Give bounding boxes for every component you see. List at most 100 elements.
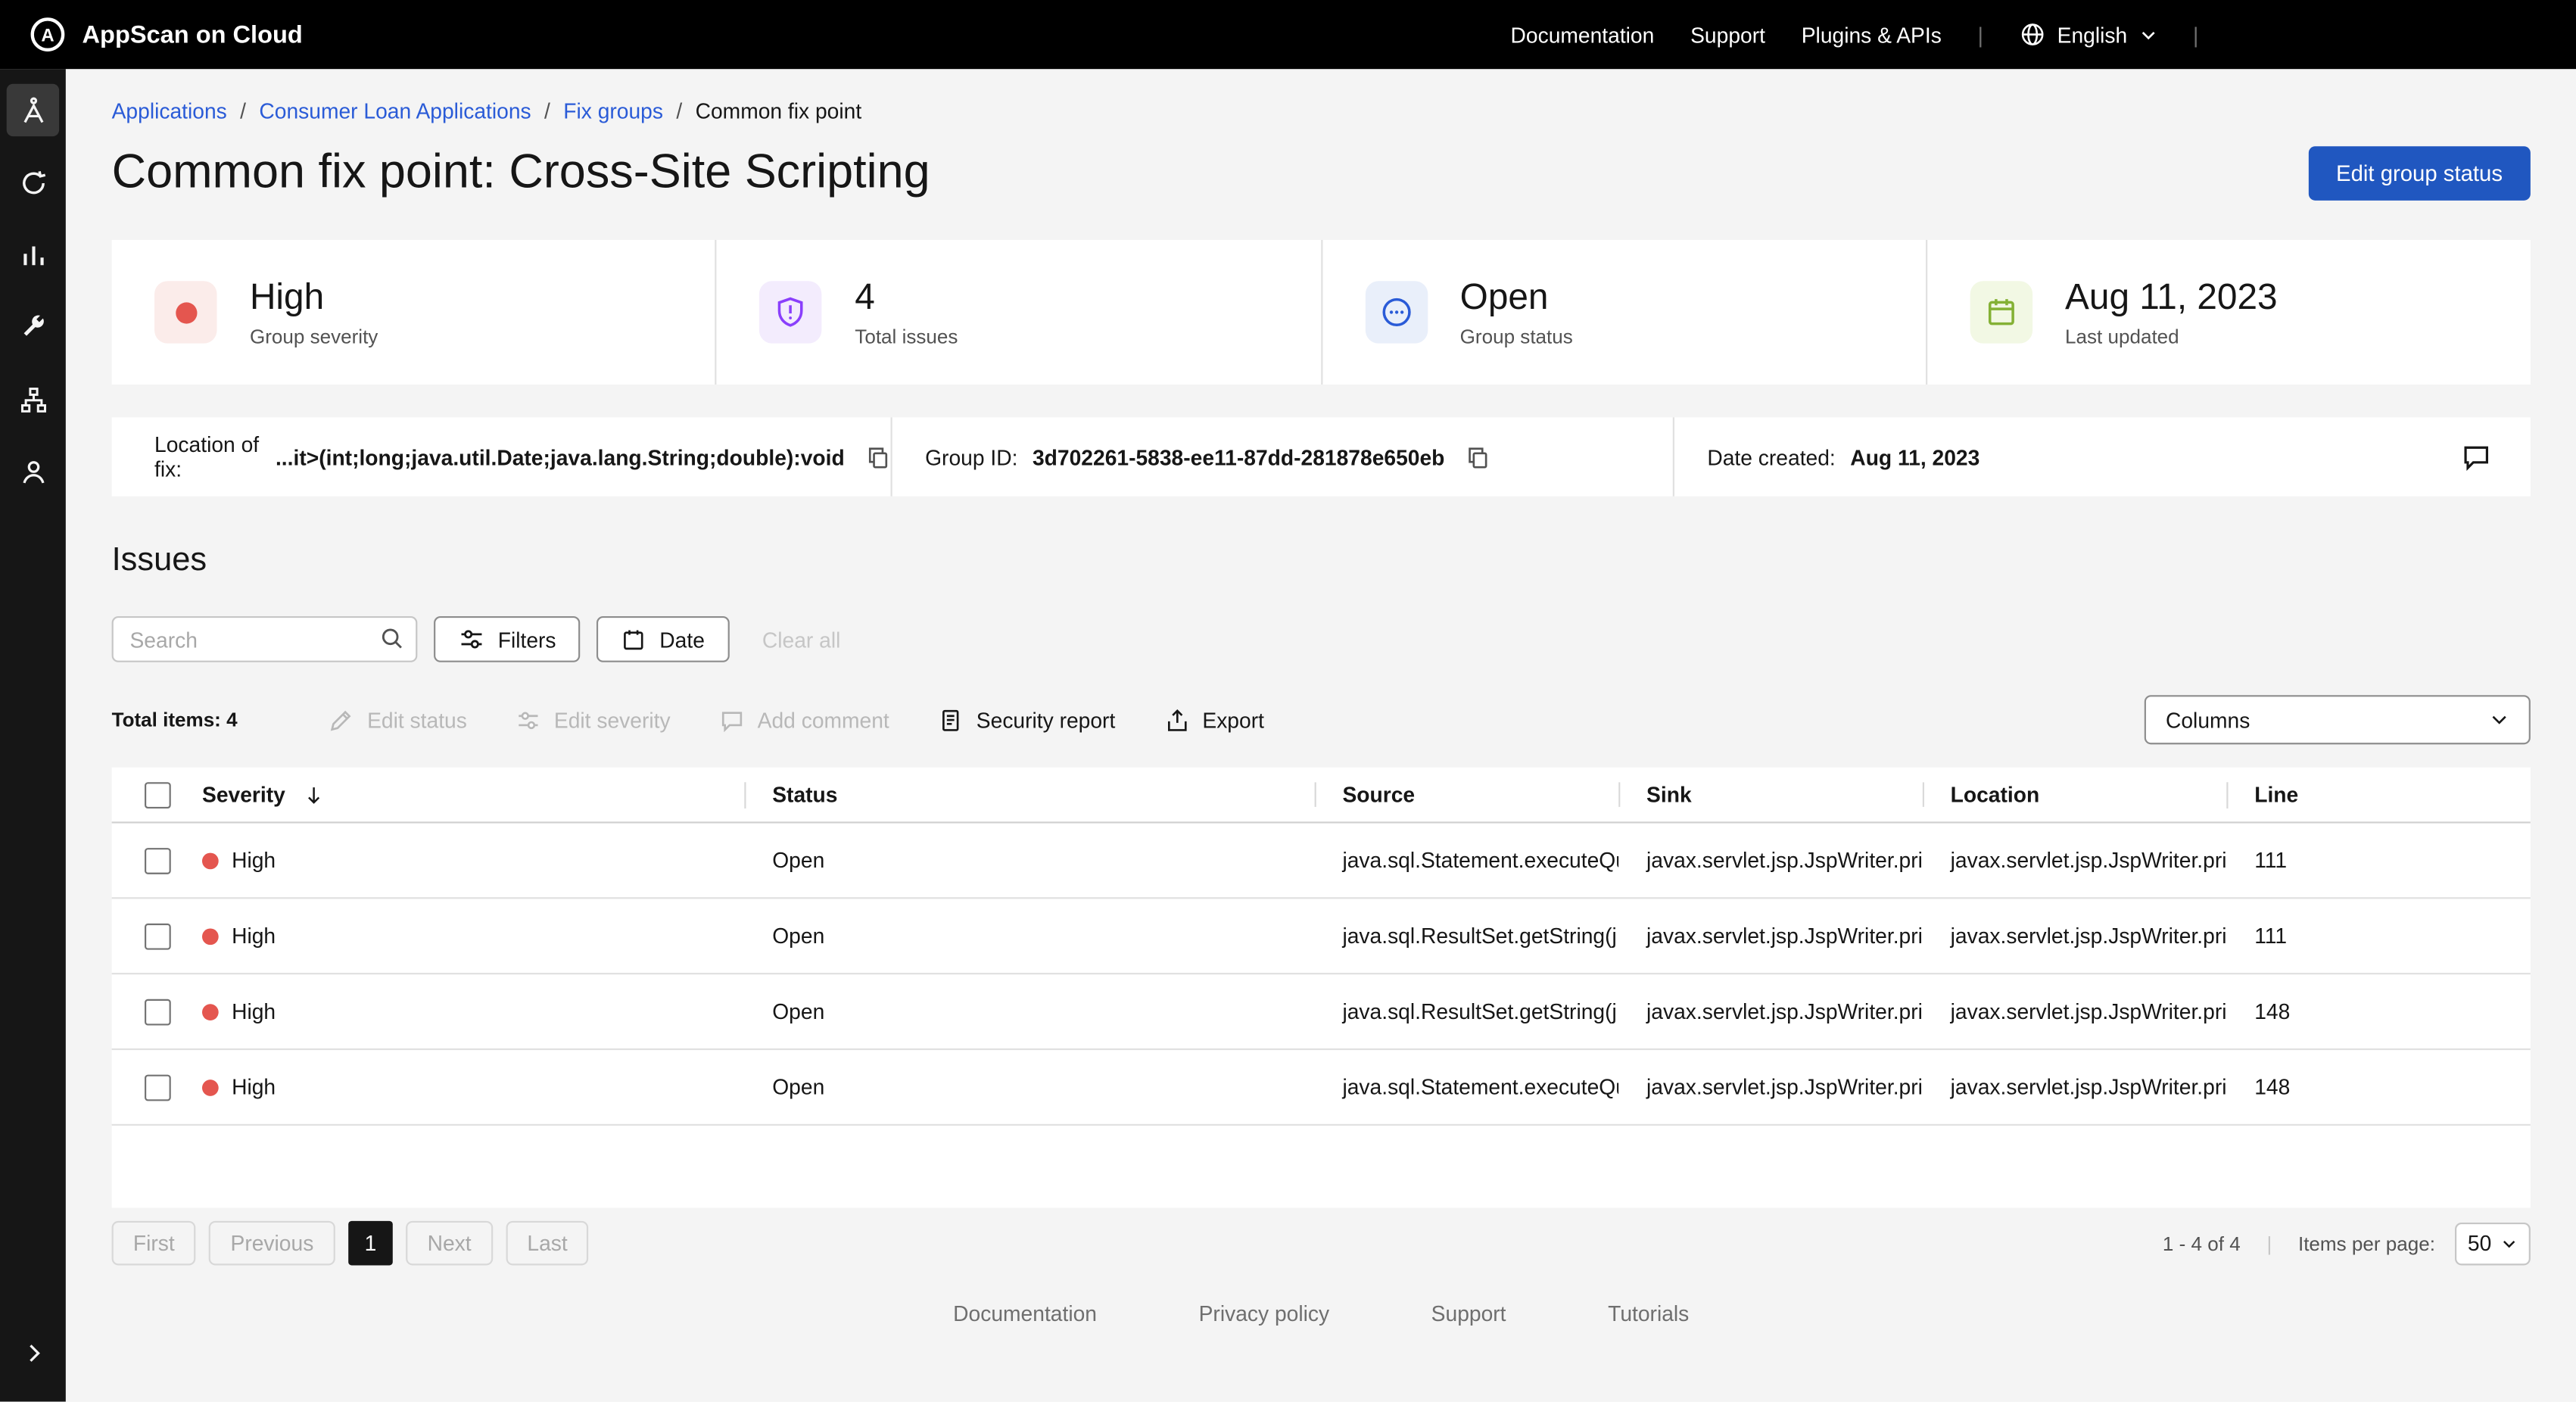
cell-sink: javax.servlet.jsp.JspWriter.pri bbox=[1618, 999, 1923, 1024]
row-checkbox[interactable] bbox=[145, 847, 171, 874]
edit-group-status-button[interactable]: Edit group status bbox=[2308, 146, 2531, 201]
chevron-down-icon bbox=[2490, 710, 2509, 730]
topnav-support[interactable]: Support bbox=[1690, 22, 1765, 47]
footer-tutorials[interactable]: Tutorials bbox=[1608, 1301, 1689, 1326]
copy-icon bbox=[1466, 444, 1491, 469]
sidebar-item-organization[interactable] bbox=[7, 373, 59, 425]
topnav-plugins-apis[interactable]: Plugins & APIs bbox=[1802, 22, 1942, 47]
topnav-separator: | bbox=[1978, 22, 1983, 47]
user-icon bbox=[19, 458, 47, 486]
table-row[interactable]: High Open java.sql.Statement.executeQu j… bbox=[112, 824, 2531, 899]
sidebar-item-profile[interactable] bbox=[7, 445, 59, 497]
severity-dot-icon bbox=[154, 281, 216, 343]
table-header-row: Severity Status Source Sink Location Lin… bbox=[112, 768, 2531, 824]
group-comments-button[interactable] bbox=[2462, 442, 2491, 472]
cell-line: 111 bbox=[2226, 924, 2531, 949]
group-status-value: Open bbox=[1460, 276, 1573, 319]
globe-icon bbox=[2020, 21, 2046, 48]
header-location[interactable]: Location bbox=[1923, 782, 2227, 807]
pagination-first-button[interactable]: First bbox=[112, 1221, 196, 1266]
svg-text:A: A bbox=[41, 25, 54, 45]
group-status-label: Group status bbox=[1460, 326, 1573, 348]
row-checkbox[interactable] bbox=[145, 923, 171, 949]
breadcrumb-fix-groups[interactable]: Fix groups bbox=[563, 98, 663, 123]
header-source[interactable]: Source bbox=[1315, 782, 1619, 807]
cell-status: Open bbox=[744, 1075, 1314, 1100]
location-of-fix: Location of fix: ...it>(int;long;java.ut… bbox=[112, 417, 891, 496]
copy-location-button[interactable] bbox=[866, 444, 891, 469]
sidebar-item-dashboards[interactable] bbox=[7, 229, 59, 281]
cell-severity: High bbox=[232, 999, 276, 1024]
add-comment-label: Add comment bbox=[758, 707, 889, 732]
date-filter-button[interactable]: Date bbox=[597, 616, 730, 662]
sidebar-item-appscan[interactable] bbox=[7, 84, 59, 136]
date-filter-label: Date bbox=[659, 627, 705, 652]
cell-location: javax.servlet.jsp.JspWriter.pri bbox=[1923, 999, 2227, 1024]
cell-location: javax.servlet.jsp.JspWriter.pri bbox=[1923, 848, 2227, 873]
add-comment-button[interactable]: Add comment bbox=[720, 707, 889, 732]
sidebar-item-scans[interactable] bbox=[7, 156, 59, 208]
sidebar-item-tools[interactable] bbox=[7, 301, 59, 353]
calendar-icon bbox=[1970, 281, 2032, 343]
cell-source: java.sql.ResultSet.getString(j bbox=[1315, 924, 1619, 949]
cell-source: java.sql.Statement.executeQu bbox=[1315, 1075, 1619, 1100]
table-row[interactable]: High Open java.sql.ResultSet.getString(j… bbox=[112, 899, 2531, 974]
brand[interactable]: A AppScan on Cloud bbox=[30, 17, 303, 53]
pagination-buttons: First Previous 1 Next Last bbox=[112, 1221, 589, 1266]
breadcrumb-applications[interactable]: Applications bbox=[112, 98, 227, 123]
group-summary-strip: High Group severity 4 Total issues bbox=[112, 240, 2531, 385]
last-updated-label: Last updated bbox=[2065, 326, 2278, 348]
header-severity[interactable]: Severity bbox=[202, 782, 285, 807]
export-label: Export bbox=[1202, 707, 1264, 732]
filters-button[interactable]: Filters bbox=[434, 616, 581, 662]
row-checkbox[interactable] bbox=[145, 999, 171, 1025]
select-all-checkbox[interactable] bbox=[145, 781, 171, 808]
search-input[interactable] bbox=[112, 616, 418, 662]
title-row: Common fix point: Cross-Site Scripting E… bbox=[112, 146, 2531, 201]
language-menu[interactable]: English bbox=[2020, 21, 2157, 48]
export-icon bbox=[1164, 707, 1189, 732]
header-line[interactable]: Line bbox=[2226, 782, 2531, 807]
cell-line: 148 bbox=[2226, 1075, 2531, 1100]
topnav: Documentation Support Plugins & APIs | E… bbox=[1511, 21, 2199, 48]
severity-dot-icon bbox=[202, 852, 219, 869]
header-status[interactable]: Status bbox=[744, 782, 1314, 807]
footer-privacy-policy[interactable]: Privacy policy bbox=[1199, 1301, 1330, 1326]
search-field bbox=[112, 616, 418, 662]
pagination-divider: | bbox=[2266, 1232, 2272, 1254]
pagination-last-button[interactable]: Last bbox=[506, 1221, 589, 1266]
breadcrumb-consumer-loan-applications[interactable]: Consumer Loan Applications bbox=[259, 98, 531, 123]
chevron-right-icon bbox=[20, 1340, 45, 1365]
cell-severity: High bbox=[232, 848, 276, 873]
sidebar-expand-button[interactable] bbox=[7, 1326, 59, 1379]
footer-support[interactable]: Support bbox=[1431, 1301, 1506, 1326]
comment-icon bbox=[2462, 442, 2491, 472]
adjust-icon bbox=[516, 707, 541, 732]
group-id-label: Group ID: bbox=[925, 444, 1017, 469]
pagination-previous-button[interactable]: Previous bbox=[209, 1221, 335, 1266]
cell-source: java.sql.Statement.executeQu bbox=[1315, 848, 1619, 873]
topnav-documentation[interactable]: Documentation bbox=[1511, 22, 1655, 47]
copy-group-id-button[interactable] bbox=[1466, 444, 1491, 469]
cell-source: java.sql.ResultSet.getString(j bbox=[1315, 999, 1619, 1024]
row-checkbox[interactable] bbox=[145, 1074, 171, 1101]
header-sink[interactable]: Sink bbox=[1618, 782, 1923, 807]
clear-all-button[interactable]: Clear all bbox=[762, 627, 841, 652]
pagination-current-page[interactable]: 1 bbox=[348, 1221, 393, 1266]
location-of-fix-label: Location of fix: bbox=[154, 432, 260, 481]
edit-status-button[interactable]: Edit status bbox=[329, 707, 467, 732]
footer-documentation[interactable]: Documentation bbox=[953, 1301, 1097, 1326]
chevron-down-icon bbox=[2138, 26, 2157, 44]
pagination: First Previous 1 Next Last 1 - 4 of 4 | … bbox=[112, 1221, 2531, 1266]
sort-descending-icon[interactable] bbox=[302, 783, 325, 805]
edit-severity-button[interactable]: Edit severity bbox=[516, 707, 671, 732]
table-row[interactable]: High Open java.sql.ResultSet.getString(j… bbox=[112, 974, 2531, 1050]
cell-severity: High bbox=[232, 1075, 276, 1100]
export-button[interactable]: Export bbox=[1164, 707, 1263, 732]
appscan-a-icon bbox=[19, 96, 47, 124]
items-per-page-dropdown[interactable]: 50 bbox=[2455, 1222, 2531, 1264]
columns-dropdown[interactable]: Columns bbox=[2145, 695, 2531, 744]
table-row[interactable]: High Open java.sql.Statement.executeQu j… bbox=[112, 1050, 2531, 1126]
pagination-next-button[interactable]: Next bbox=[406, 1221, 492, 1266]
security-report-button[interactable]: Security report bbox=[939, 707, 1115, 732]
